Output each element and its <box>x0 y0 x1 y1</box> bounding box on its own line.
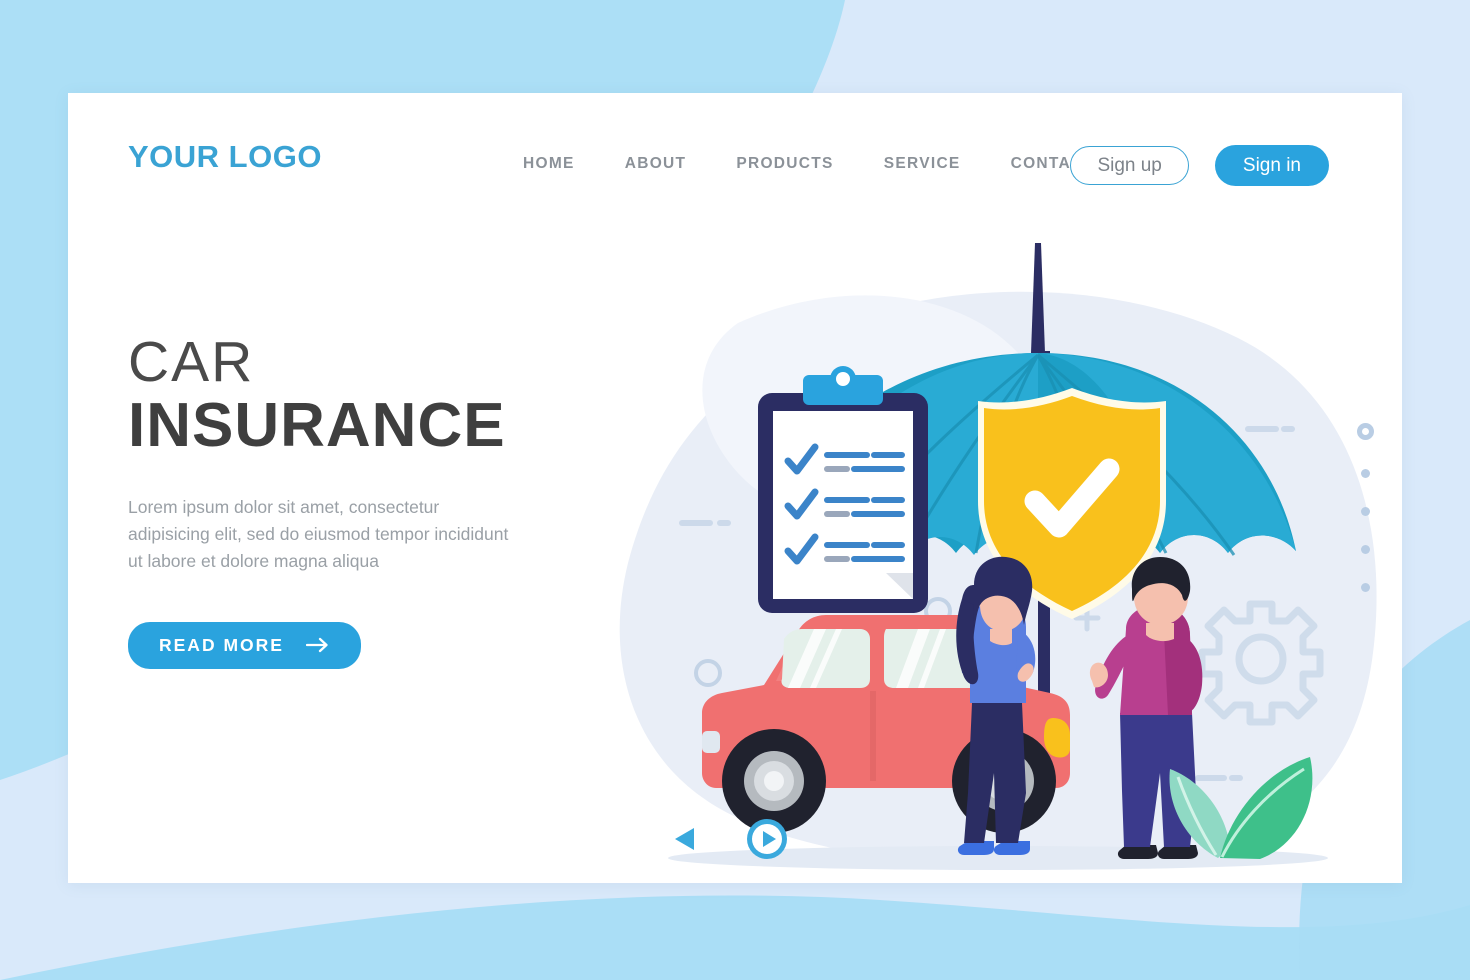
sign-up-button[interactable]: Sign up <box>1070 146 1189 185</box>
nav-item-home[interactable]: HOME <box>498 149 600 179</box>
pagination-dot-4[interactable] <box>1361 545 1370 554</box>
landing-page-card: YOUR LOGO HOME ABOUT PRODUCTS SERVICE CO… <box>68 93 1402 883</box>
auth-buttons: Sign up Sign in <box>1070 145 1329 186</box>
logo[interactable]: YOUR LOGO <box>128 139 322 175</box>
read-more-button[interactable]: READ MORE <box>128 621 361 669</box>
nav-item-about[interactable]: ABOUT <box>600 149 712 179</box>
car-insurance-illustration <box>598 233 1398 913</box>
read-more-label: READ MORE <box>159 634 284 655</box>
triangle-left-icon[interactable] <box>672 825 698 853</box>
pagination-dots <box>1357 423 1374 592</box>
hero-paragraph: Lorem ipsum dolor sit amet, consectetur … <box>128 497 509 572</box>
main-navigation: HOME ABOUT PRODUCTS SERVICE CONTACT <box>498 149 1119 179</box>
hero-copy: CAR INSURANCE Lorem ipsum dolor sit amet… <box>128 333 598 669</box>
page-title-line2: INSURANCE <box>128 391 506 461</box>
nav-item-service[interactable]: SERVICE <box>859 149 986 179</box>
arrow-right-icon <box>305 637 330 653</box>
play-circle-icon[interactable] <box>746 818 788 860</box>
sign-in-button[interactable]: Sign in <box>1214 145 1329 186</box>
page-title-line1: CAR <box>128 330 255 394</box>
pagination-dot-5[interactable] <box>1361 583 1370 592</box>
pagination-dot-2[interactable] <box>1361 469 1370 478</box>
site-header: YOUR LOGO HOME ABOUT PRODUCTS SERVICE CO… <box>68 93 1402 243</box>
nav-item-products[interactable]: PRODUCTS <box>711 149 858 179</box>
pagination-dot-1[interactable] <box>1357 423 1374 440</box>
pagination-dot-3[interactable] <box>1361 507 1370 516</box>
clipboard-checklist <box>758 366 928 613</box>
carousel-controls <box>672 818 788 860</box>
